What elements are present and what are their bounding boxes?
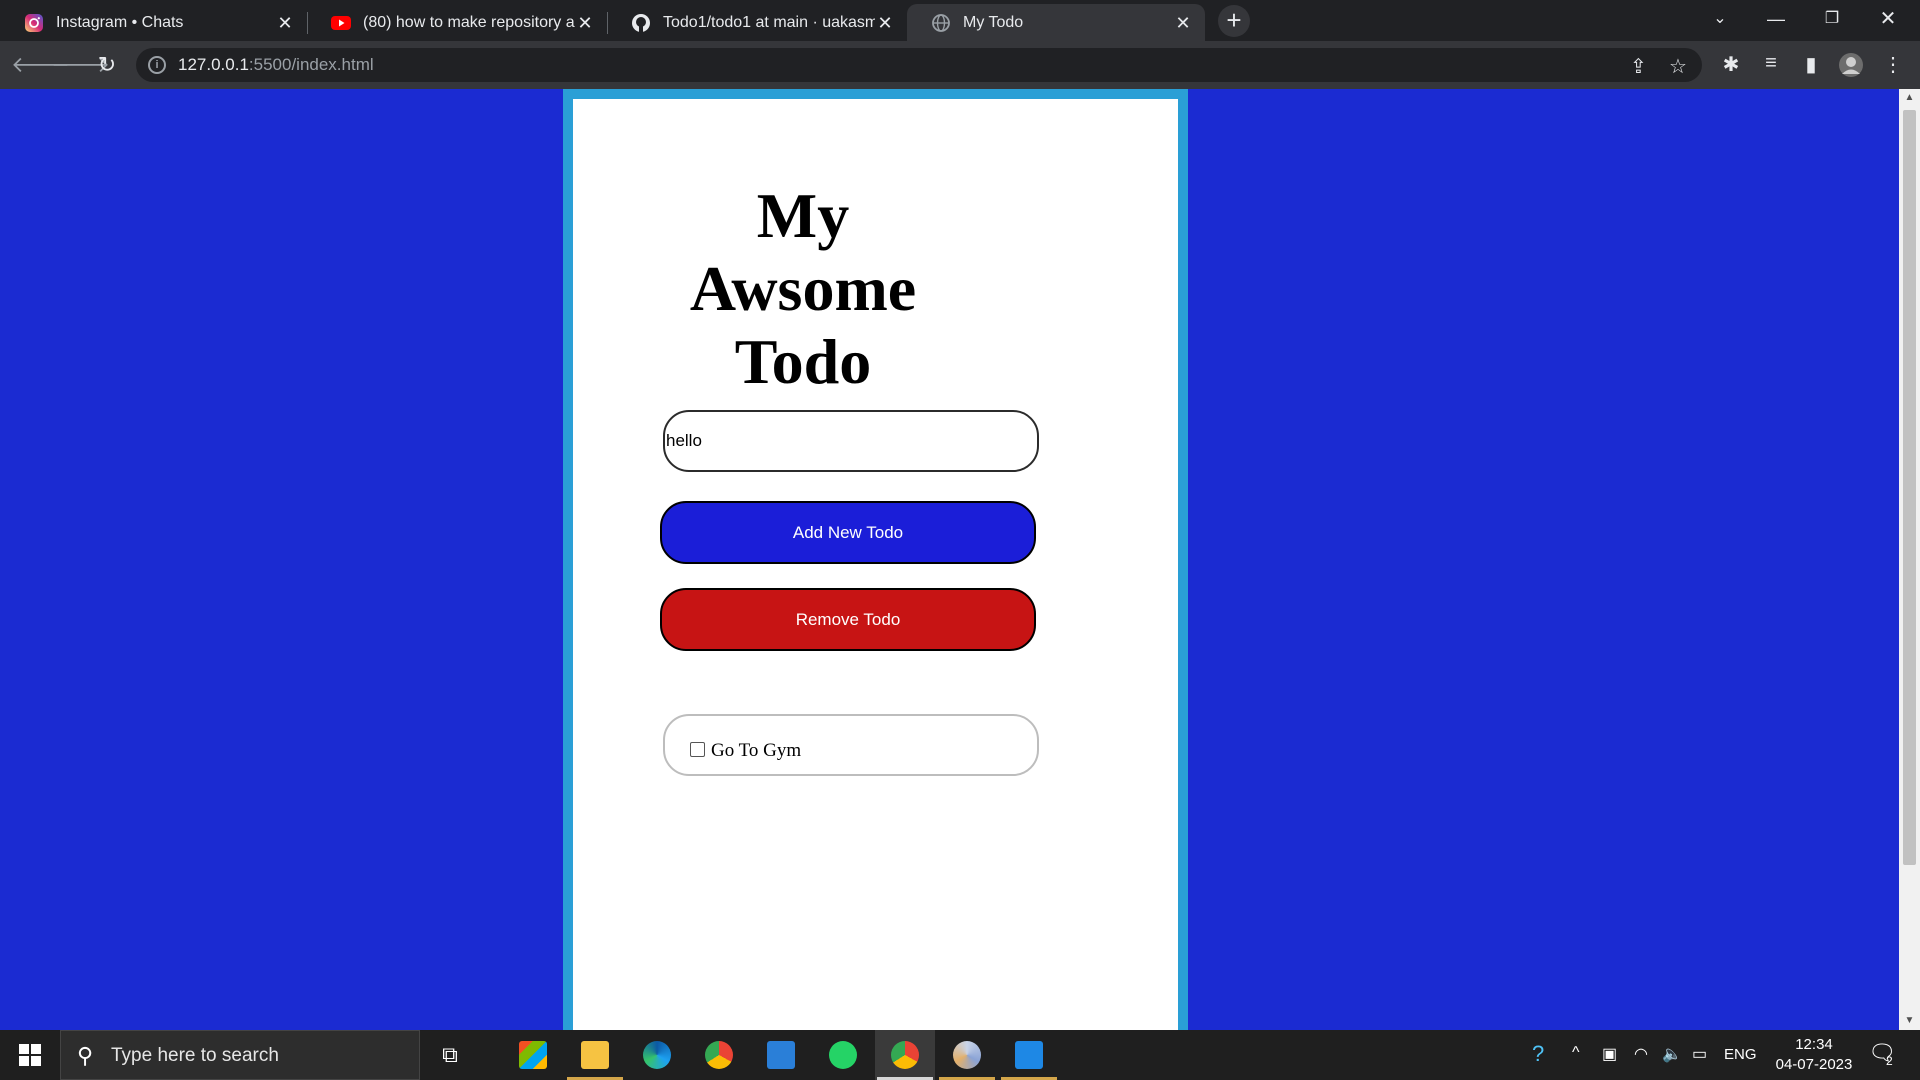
start-button[interactable] [0, 1030, 58, 1080]
instagram-icon [24, 13, 44, 33]
address-bar[interactable]: i 127.0.0.1:5500/index.html ⇪ ☆ [136, 48, 1702, 82]
tab-title: (80) how to make repository and [363, 13, 575, 31]
side-panel-icon[interactable]: ▮ [1798, 52, 1824, 77]
mail-icon [767, 1041, 795, 1069]
taskbar-whatsapp[interactable] [813, 1030, 873, 1080]
extensions-icon[interactable]: ✱ [1718, 52, 1744, 77]
tab-title: Todo1/todo1 at main · uakasm/Tc [663, 13, 875, 31]
todo-checkbox[interactable] [690, 742, 705, 757]
taskbar-vscode[interactable] [999, 1030, 1059, 1080]
close-icon[interactable]: ✕ [575, 13, 595, 33]
chrome-icon [705, 1041, 733, 1069]
globe-icon [931, 13, 951, 33]
chrome-profile-icon [891, 1041, 919, 1069]
tab-youtube[interactable]: (80) how to make repository and ✕ [307, 4, 607, 41]
menu-kebab-icon[interactable]: ⋮ [1880, 52, 1906, 77]
search-placeholder: Type here to search [111, 1045, 279, 1066]
tab-search-icon[interactable]: ⌄ [1692, 0, 1748, 41]
clock-time: 12:34 [1795, 1036, 1833, 1053]
tab-title: Instagram • Chats [56, 13, 184, 31]
tab-github[interactable]: Todo1/todo1 at main · uakasm/Tc ✕ [607, 4, 907, 41]
browser-tab-strip: Instagram • Chats ✕ (80) how to make rep… [0, 0, 1920, 41]
close-icon[interactable]: ✕ [275, 13, 295, 33]
taskbar-edge[interactable] [627, 1030, 687, 1080]
wifi-icon[interactable]: ◠ [1634, 1044, 1648, 1064]
remove-todo-button[interactable]: Remove Todo [660, 588, 1036, 651]
browser-toolbar: 🡐 🡒 ↻ i 127.0.0.1:5500/index.html ⇪ ☆ ✱ … [0, 41, 1920, 89]
url-path: :5500/index.html [248, 55, 374, 74]
edge-icon [643, 1041, 671, 1069]
todo-card: My Awsome Todo Add New Todo Remove Todo … [573, 99, 1178, 1030]
tab-instagram[interactable]: Instagram • Chats ✕ [0, 4, 307, 41]
whatsapp-icon [829, 1041, 857, 1069]
show-hidden-icons-icon[interactable]: ^ [1572, 1044, 1580, 1062]
minimize-button[interactable]: — [1748, 0, 1804, 41]
tab-title: My Todo [963, 13, 1024, 31]
taskbar-paint[interactable] [937, 1030, 997, 1080]
paint-icon [953, 1041, 981, 1069]
site-info-icon[interactable]: i [148, 56, 166, 74]
todo-input[interactable] [663, 410, 1039, 472]
new-tab-button[interactable]: + [1218, 5, 1250, 37]
taskbar-file-explorer[interactable] [565, 1030, 625, 1080]
taskbar-chrome-active[interactable] [875, 1030, 935, 1080]
taskbar-search-box[interactable]: ⚲ Type here to search [60, 1030, 420, 1080]
taskbar-chrome[interactable] [689, 1030, 749, 1080]
profile-avatar[interactable] [1838, 52, 1864, 84]
restore-button[interactable]: ❐ [1804, 0, 1860, 41]
tab-my-todo[interactable]: My Todo ✕ [907, 4, 1205, 41]
store-icon [519, 1041, 547, 1069]
back-button[interactable]: 🡐 [11, 49, 70, 81]
close-window-button[interactable]: ✕ [1860, 0, 1916, 41]
windows-taskbar: ⚲ Type here to search ⧉ ? ^ ▣ ◠ 🔈 ▭ ENG … [0, 1030, 1920, 1080]
reload-button[interactable]: ↻ [91, 49, 123, 81]
youtube-icon [331, 13, 351, 33]
folder-icon [581, 1041, 609, 1069]
share-icon[interactable]: ⇪ [1630, 54, 1647, 79]
todo-text: Go To Gym [711, 740, 802, 761]
search-icon: ⚲ [77, 1043, 94, 1068]
page-scrollbar[interactable]: ▲ ▼ [1899, 89, 1920, 1030]
url-host: 127.0.0.1 [178, 55, 249, 74]
github-icon [631, 13, 651, 33]
language-indicator[interactable]: ENG [1724, 1046, 1757, 1063]
add-todo-button[interactable]: Add New Todo [660, 501, 1036, 564]
media-control-icon[interactable]: ≡ [1758, 52, 1784, 75]
forward-button[interactable]: 🡒 [51, 49, 110, 81]
taskbar-mail[interactable] [751, 1030, 811, 1080]
url-text: 127.0.0.1:5500/index.html [178, 55, 374, 75]
close-icon[interactable]: ✕ [1173, 13, 1193, 33]
task-view-button[interactable]: ⧉ [420, 1030, 480, 1080]
todo-container-border: My Awsome Todo Add New Todo Remove Todo … [563, 89, 1188, 1030]
taskbar-store[interactable] [503, 1030, 563, 1080]
close-icon[interactable]: ✕ [875, 13, 895, 33]
device-icon[interactable]: ▣ [1602, 1044, 1617, 1064]
clock[interactable]: 12:34 04-07-2023 [1764, 1035, 1864, 1075]
scroll-down-arrow-icon[interactable]: ▼ [1899, 1012, 1920, 1030]
notification-count-badge: 2 [1886, 1054, 1893, 1068]
vscode-icon [1015, 1041, 1043, 1069]
scrollbar-thumb[interactable] [1903, 110, 1916, 865]
scroll-up-arrow-icon[interactable]: ▲ [1899, 89, 1920, 107]
task-view-icon: ⧉ [442, 1042, 458, 1067]
page-title: My Awsome Todo [689, 180, 917, 397]
battery-icon[interactable]: ▭ [1692, 1044, 1707, 1064]
help-icon[interactable]: ? [1532, 1041, 1544, 1067]
clock-date: 04-07-2023 [1775, 1056, 1853, 1073]
bookmark-star-icon[interactable]: ☆ [1669, 54, 1687, 79]
volume-icon[interactable]: 🔈 [1662, 1044, 1682, 1064]
list-item: Go To Gym [663, 714, 1039, 776]
